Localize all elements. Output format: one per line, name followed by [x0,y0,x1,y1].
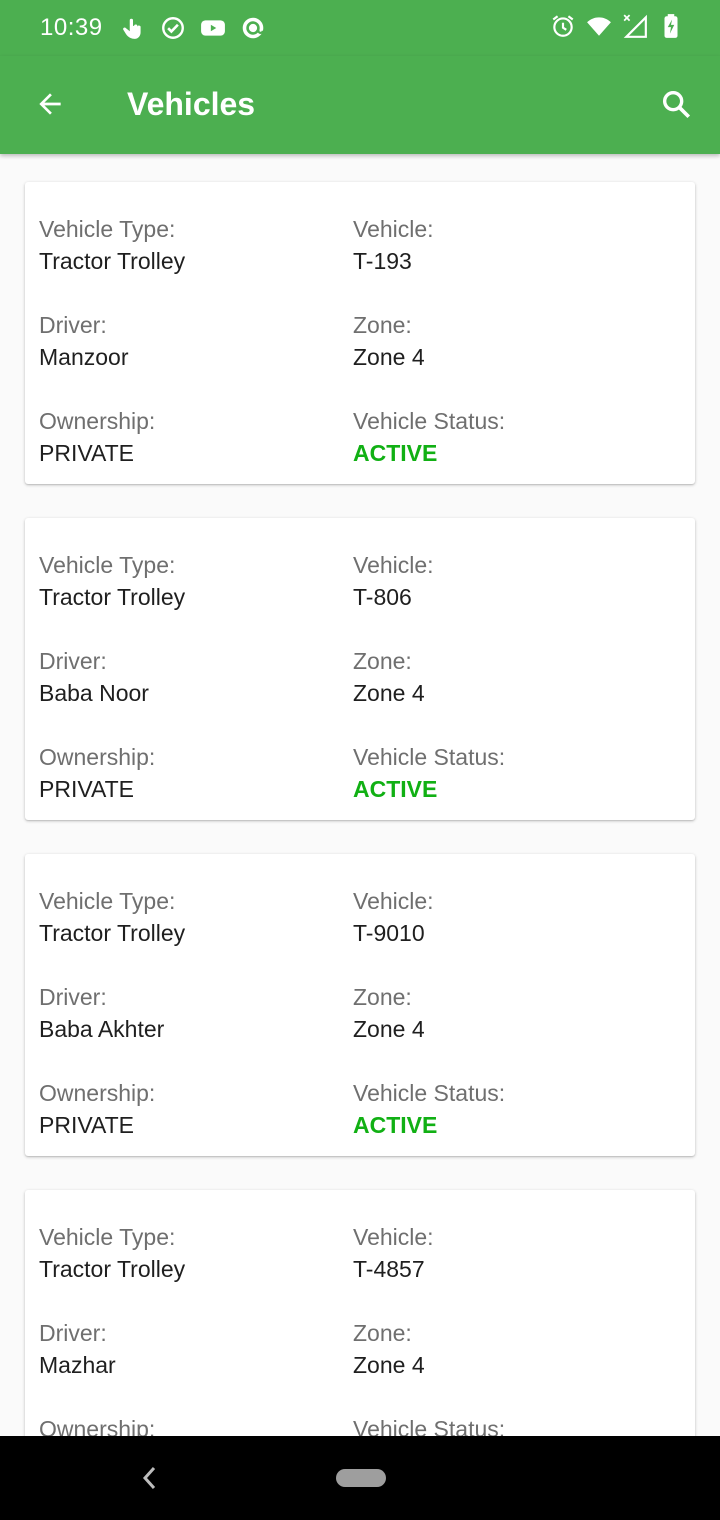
vehicle-type-label: Vehicle Type: [39,552,176,578]
driver-field: Driver: Baba Akhter [39,982,164,1046]
search-button[interactable] [654,82,698,126]
vehicle-card[interactable]: Vehicle Type: Tractor Trolley Vehicle: T… [25,854,695,1156]
zone-field: Zone: Zone 4 [353,1318,425,1382]
vehicle-status-label: Vehicle Status: [353,408,506,434]
vehicle-label: Vehicle: [353,216,434,242]
vehicle-status-label: Vehicle Status: [353,744,506,770]
vehicle-status-label: Vehicle Status: [353,1416,506,1436]
vehicle-field: Vehicle: T-4857 [353,1222,434,1286]
back-button[interactable] [28,82,72,126]
vehicle-status-label: Vehicle Status: [353,1080,506,1106]
check-circle-icon [160,14,186,42]
zone-field: Zone: Zone 4 [353,646,425,710]
status-badge: ACTIVE [353,440,438,466]
app-bar: Vehicles [0,56,720,154]
vehicle-label: Vehicle: [353,552,434,578]
page-title: Vehicles [127,86,256,122]
status-bar: 10:39 [0,0,720,56]
arrow-left-icon [39,93,61,115]
ownership-field: Ownership: PRIVATE [39,1078,155,1142]
vehicle-value: T-193 [353,248,412,274]
zone-label: Zone: [353,312,412,338]
vehicle-field: Vehicle: T-9010 [353,886,434,950]
nav-back-icon [142,1466,156,1490]
vehicle-card[interactable]: Vehicle Type: Tractor Trolley Vehicle: T… [25,182,695,484]
status-badge: ACTIVE [353,776,438,802]
wifi-icon [586,12,612,40]
at-sign-icon [240,14,266,42]
vehicle-type-label: Vehicle Type: [39,216,176,242]
ownership-field: Ownership: PRIVATE [39,406,155,470]
driver-field: Driver: Manzoor [39,310,128,374]
alarm-icon [550,12,576,40]
vehicle-status-field: Vehicle Status: ACTIVE [353,406,505,470]
zone-field: Zone: Zone 4 [353,310,425,374]
vehicle-type-value: Tractor Trolley [39,248,186,274]
driver-field: Driver: Baba Noor [39,646,149,710]
vehicle-label: Vehicle: [353,888,434,914]
driver-label: Driver: [39,648,107,674]
vehicle-type-value: Tractor Trolley [39,920,186,946]
ownership-value: PRIVATE [39,776,134,802]
search-icon [662,90,691,119]
vehicle-type-field: Vehicle Type: Tractor Trolley [39,886,185,950]
driver-label: Driver: [39,312,107,338]
ownership-value: PRIVATE [39,1112,134,1138]
vehicle-status-field: Vehicle Status: ACTIVE [353,1078,505,1142]
touch-icon [120,14,146,42]
vehicle-status-field: Vehicle Status: [353,1414,505,1436]
ownership-field: Ownership: [39,1414,155,1436]
vehicle-type-field: Vehicle Type: Tractor Trolley [39,214,185,278]
vehicle-field: Vehicle: T-806 [353,550,434,614]
driver-label: Driver: [39,984,107,1010]
ownership-label: Ownership: [39,744,156,770]
home-pill-icon[interactable] [336,1469,386,1487]
driver-value: Baba Akhter [39,1016,165,1042]
zone-field: Zone: Zone 4 [353,982,425,1046]
zone-label: Zone: [353,984,412,1010]
vehicle-card[interactable]: Vehicle Type: Tractor Trolley Vehicle: T… [25,518,695,820]
vehicle-type-field: Vehicle Type: Tractor Trolley [39,1222,185,1286]
vehicle-status-field: Vehicle Status: ACTIVE [353,742,505,806]
vehicle-field: Vehicle: T-193 [353,214,434,278]
navigation-bar [0,1436,720,1520]
status-time: 10:39 [40,14,103,41]
battery-icon [658,12,684,40]
signal-icon [622,12,648,40]
vehicle-type-label: Vehicle Type: [39,1224,176,1250]
status-badge: ACTIVE [353,1112,438,1138]
ownership-label: Ownership: [39,1080,156,1106]
nav-back-button[interactable] [134,1460,164,1496]
zone-label: Zone: [353,1320,412,1346]
ownership-value: PRIVATE [39,440,134,466]
zone-value: Zone 4 [353,680,425,706]
ownership-field: Ownership: PRIVATE [39,742,155,806]
zone-value: Zone 4 [353,1352,425,1378]
driver-value: Mazhar [39,1352,116,1378]
driver-label: Driver: [39,1320,107,1346]
vehicle-value: T-806 [353,584,412,610]
ownership-label: Ownership: [39,408,156,434]
vehicle-label: Vehicle: [353,1224,434,1250]
vehicle-card[interactable]: Vehicle Type: Tractor Trolley Vehicle: T… [25,1190,695,1436]
driver-value: Baba Noor [39,680,149,706]
youtube-icon [200,14,226,42]
driver-field: Driver: Mazhar [39,1318,116,1382]
zone-value: Zone 4 [353,1016,425,1042]
zone-value: Zone 4 [353,344,425,370]
vehicle-type-label: Vehicle Type: [39,888,176,914]
vehicle-list[interactable]: Vehicle Type: Tractor Trolley Vehicle: T… [0,154,720,1436]
vehicle-value: T-9010 [353,920,425,946]
ownership-label: Ownership: [39,1416,156,1436]
vehicle-type-value: Tractor Trolley [39,584,186,610]
vehicle-value: T-4857 [353,1256,425,1282]
vehicle-type-value: Tractor Trolley [39,1256,186,1282]
vehicle-type-field: Vehicle Type: Tractor Trolley [39,550,185,614]
driver-value: Manzoor [39,344,129,370]
zone-label: Zone: [353,648,412,674]
